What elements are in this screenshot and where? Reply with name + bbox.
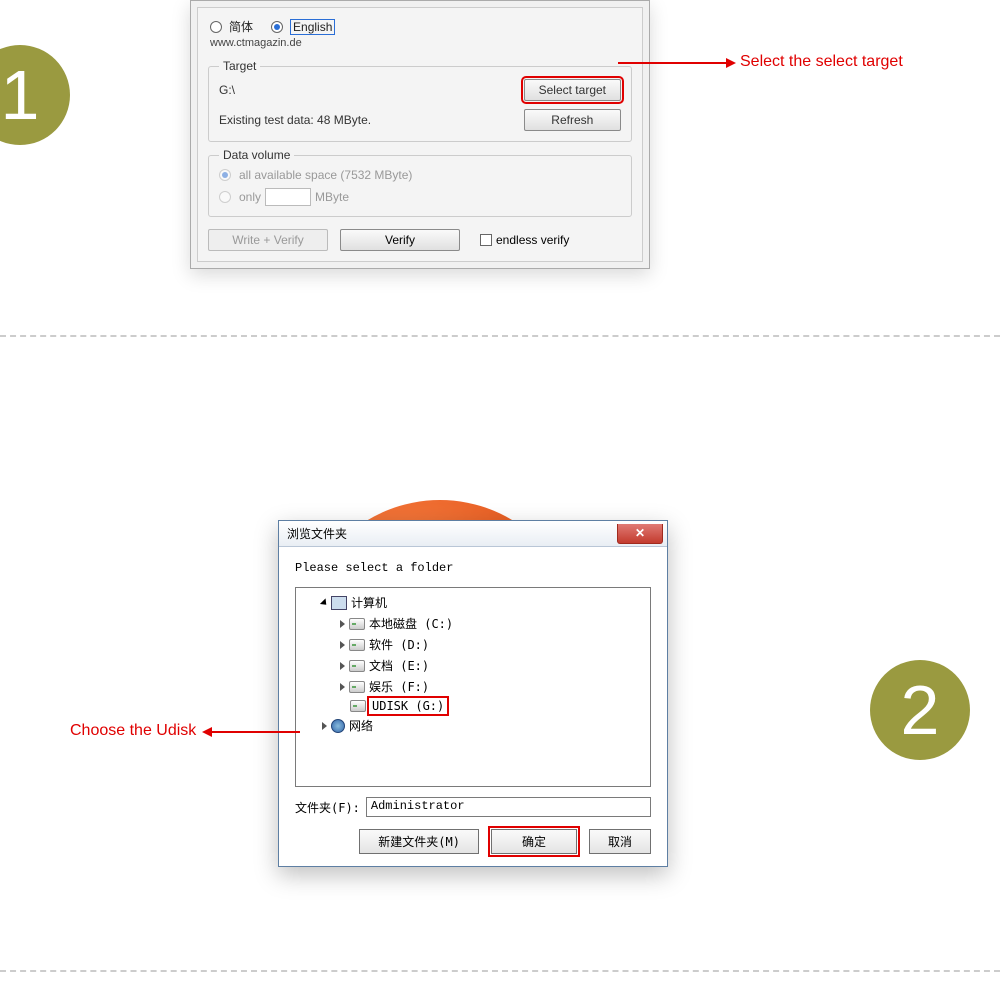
tree-node-computer[interactable]: 计算机 xyxy=(296,592,650,613)
opt-only-label: only xyxy=(239,190,261,204)
refresh-button[interactable]: Refresh xyxy=(524,109,621,131)
data-volume-fieldset: Data volume all available space (7532 MB… xyxy=(208,148,632,217)
drive-icon xyxy=(350,700,366,712)
cancel-button[interactable]: 取消 xyxy=(589,829,651,854)
drive-icon xyxy=(349,618,365,630)
arrow-1-line xyxy=(618,62,728,64)
folder-browser-dialog: 浏览文件夹 ✕ Please select a folder 计算机 本地磁盘 … xyxy=(278,520,668,867)
folder-name-row: 文件夹(F): Administrator xyxy=(295,797,651,817)
tree-node-drive-e[interactable]: 文档 (E:) xyxy=(296,655,650,676)
write-verify-button: Write + Verify xyxy=(208,229,328,251)
tree-node-drive-d[interactable]: 软件 (D:) xyxy=(296,634,650,655)
lang-cn-option[interactable]: 简体 xyxy=(210,18,253,35)
h2testw-inner: 简体 English www.ctmagazin.de Target G:\ S… xyxy=(197,7,643,262)
opt-only[interactable]: only MByte xyxy=(219,188,621,206)
step-1-badge: 1 xyxy=(0,45,70,145)
radio-icon xyxy=(219,169,231,181)
lang-cn-label: 简体 xyxy=(229,18,253,35)
target-legend: Target xyxy=(219,59,260,73)
computer-icon xyxy=(331,596,347,610)
dialog-titlebar: 浏览文件夹 ✕ xyxy=(279,521,667,547)
data-volume-legend: Data volume xyxy=(219,148,294,162)
existing-test-data: Existing test data: 48 MByte. xyxy=(219,113,514,127)
select-target-button[interactable]: Select target xyxy=(524,79,621,101)
annotation-1: Select the select target xyxy=(740,53,903,71)
h2testw-panel: 简体 English www.ctmagazin.de Target G:\ S… xyxy=(190,0,650,269)
lang-en-label: English xyxy=(290,19,335,35)
annotation-2: Choose the Udisk xyxy=(70,722,196,740)
close-button[interactable]: ✕ xyxy=(617,524,663,544)
expand-icon xyxy=(340,683,345,691)
tree-node-drive-c[interactable]: 本地磁盘 (C:) xyxy=(296,613,650,634)
action-row: Write + Verify Verify endless verify xyxy=(208,223,632,251)
new-folder-button[interactable]: 新建文件夹(M) xyxy=(359,829,479,854)
tree-label: 文档 (E:) xyxy=(369,657,429,674)
target-path: G:\ xyxy=(219,83,514,97)
language-row: 简体 English www.ctmagazin.de xyxy=(208,14,632,53)
arrow-1-head-icon xyxy=(726,58,736,68)
radio-icon xyxy=(210,21,222,33)
opt-all-label: all available space (7532 MByte) xyxy=(239,168,412,182)
close-icon: ✕ xyxy=(635,526,645,540)
separator-1 xyxy=(0,335,1000,337)
lang-en-option[interactable]: English xyxy=(271,19,335,35)
expand-open-icon xyxy=(320,598,329,607)
network-icon xyxy=(331,719,345,733)
step-2-badge: 2 xyxy=(870,660,970,760)
arrow-2-head-icon xyxy=(202,727,212,737)
dialog-buttons: 新建文件夹(M) 确定 取消 xyxy=(295,829,651,854)
tree-label: 网络 xyxy=(349,717,373,734)
tree-node-drive-f[interactable]: 娱乐 (F:) xyxy=(296,676,650,697)
tree-label: 软件 (D:) xyxy=(369,636,429,653)
endless-verify-label: endless verify xyxy=(496,233,569,247)
dialog-title: 浏览文件夹 xyxy=(287,525,347,542)
only-amount-input[interactable] xyxy=(265,188,311,206)
folder-name-input[interactable]: Administrator xyxy=(366,797,651,817)
folder-tree[interactable]: 计算机 本地磁盘 (C:) 软件 (D:) 文档 (E:) 娱乐 (F:) xyxy=(295,587,651,787)
tree-label: 本地磁盘 (C:) xyxy=(369,615,453,632)
target-fieldset: Target G:\ Select target Existing test d… xyxy=(208,59,632,142)
expand-icon xyxy=(340,641,345,649)
tree-label: 娱乐 (F:) xyxy=(369,678,429,695)
drive-icon xyxy=(349,639,365,651)
opt-all-space[interactable]: all available space (7532 MByte) xyxy=(219,168,621,182)
endless-verify-option[interactable]: endless verify xyxy=(480,233,569,247)
arrow-2-line xyxy=(210,731,300,733)
drive-icon xyxy=(349,660,365,672)
drive-icon xyxy=(349,681,365,693)
dialog-instruction: Please select a folder xyxy=(295,561,651,575)
app-url: www.ctmagazin.de xyxy=(210,37,302,49)
tree-label: 计算机 xyxy=(351,594,387,611)
radio-icon xyxy=(219,191,231,203)
ok-button[interactable]: 确定 xyxy=(491,829,577,854)
opt-only-unit: MByte xyxy=(315,190,349,204)
folder-label: 文件夹(F): xyxy=(295,799,360,816)
checkbox-icon xyxy=(480,234,492,246)
tree-label-udisk: UDISK (G:) xyxy=(370,699,446,713)
tree-node-network[interactable]: 网络 xyxy=(296,715,650,736)
expand-icon xyxy=(340,662,345,670)
verify-button[interactable]: Verify xyxy=(340,229,460,251)
radio-filled-icon xyxy=(271,21,283,33)
tree-node-udisk[interactable]: UDISK (G:) xyxy=(296,697,650,715)
expand-icon xyxy=(322,722,327,730)
separator-2 xyxy=(0,970,1000,972)
expand-icon xyxy=(340,620,345,628)
